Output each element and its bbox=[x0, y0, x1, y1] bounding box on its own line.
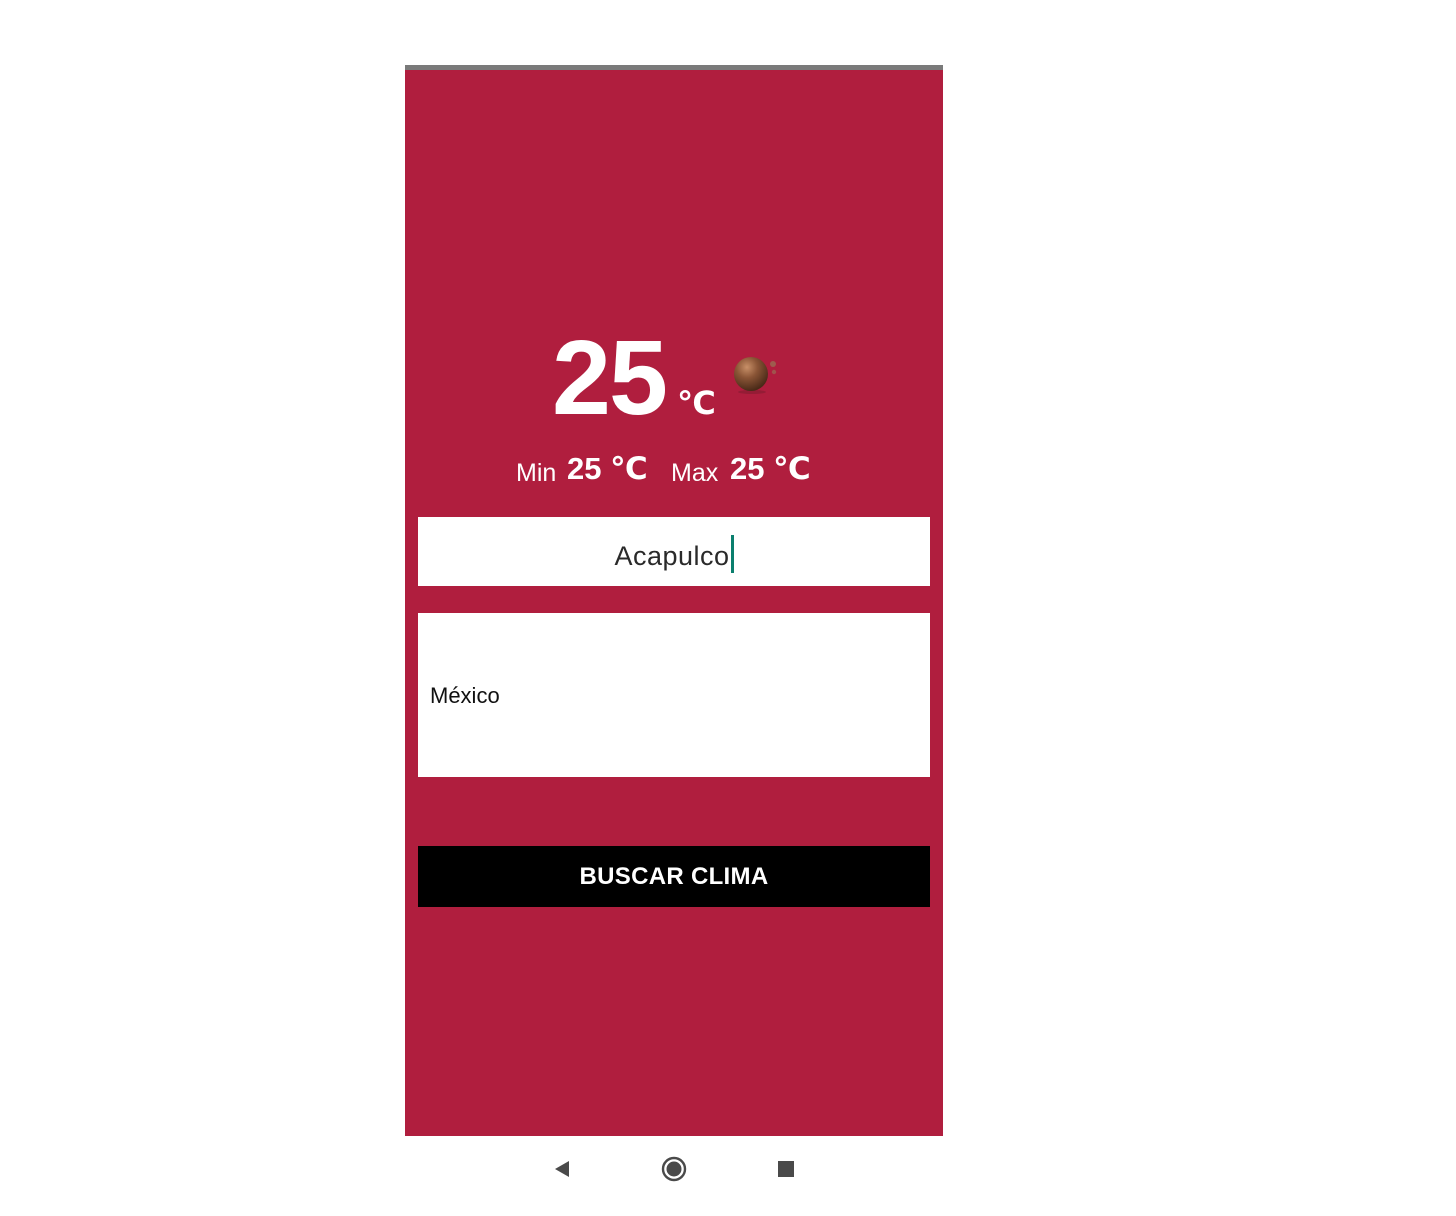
max-value: 25 ℃ bbox=[730, 451, 811, 486]
temperature-display: 25 ℃ bbox=[405, 319, 943, 437]
max-label: Max bbox=[671, 459, 719, 487]
city-input-value: Acapulco bbox=[614, 541, 730, 571]
system-navigation-bar bbox=[405, 1136, 943, 1202]
min-label: Min bbox=[516, 459, 557, 487]
temperature-unit: ℃ bbox=[677, 385, 716, 421]
min-value: 25 ℃ bbox=[567, 451, 648, 486]
app-screen: 25 ℃ Min 25 ℃ Max 25 ℃ Acapulco México B… bbox=[405, 70, 943, 1136]
text-cursor bbox=[730, 535, 734, 573]
back-icon[interactable] bbox=[545, 1152, 579, 1186]
temperature-value: 25 bbox=[552, 319, 668, 437]
recents-icon[interactable] bbox=[769, 1152, 803, 1186]
country-field[interactable]: México bbox=[418, 613, 930, 777]
country-field-value: México bbox=[430, 683, 500, 708]
home-icon[interactable] bbox=[657, 1152, 691, 1186]
min-max-row: Min 25 ℃ Max 25 ℃ bbox=[405, 450, 943, 490]
weather-icon bbox=[734, 357, 777, 394]
city-input[interactable]: Acapulco bbox=[418, 517, 930, 586]
search-weather-button[interactable]: BUSCAR CLIMA bbox=[418, 846, 930, 907]
